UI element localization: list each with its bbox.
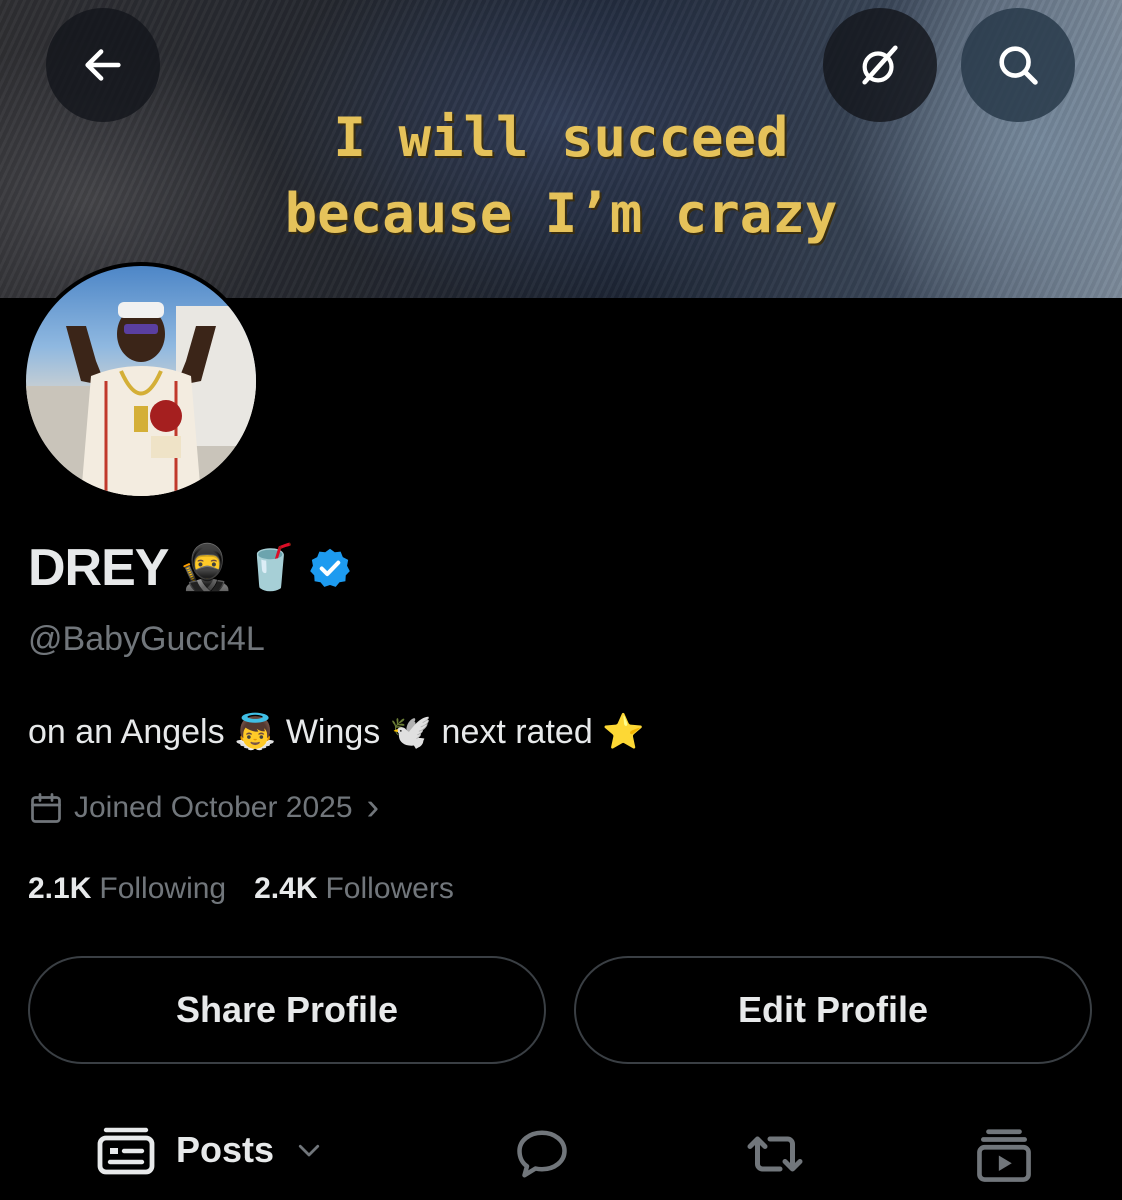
avatar-photo: [26, 266, 256, 496]
tab-media[interactable]: [972, 1124, 1036, 1186]
tab-reposts[interactable]: [740, 1124, 810, 1184]
search-button[interactable]: [961, 8, 1075, 122]
posts-feed-icon: [97, 1127, 155, 1175]
profile-banner[interactable]: I will succeed because I’m crazy: [0, 0, 1122, 298]
tab-posts[interactable]: Posts: [96, 1124, 324, 1176]
grok-button[interactable]: [823, 8, 937, 122]
avatar[interactable]: [22, 262, 260, 500]
profile-name-row: DREY 🥷 🥤: [28, 538, 352, 598]
following-count: 2.1K: [28, 872, 92, 905]
banner-caption-line-1: I will succeed: [333, 106, 789, 169]
followers-stat[interactable]: 2.4K Followers: [254, 872, 454, 906]
media-play-icon: [977, 1129, 1031, 1182]
follow-stats: 2.1K Following 2.4K Followers: [28, 872, 454, 906]
tab-replies[interactable]: [510, 1124, 574, 1184]
calendar-icon: [31, 792, 61, 823]
profile-tab-bar: Posts: [0, 1110, 1122, 1200]
share-profile-button[interactable]: Share Profile: [28, 956, 546, 1064]
banner-caption-line-2: because I’m crazy: [284, 182, 838, 245]
arrow-left-icon: [85, 49, 121, 81]
edit-profile-button[interactable]: Edit Profile: [574, 956, 1092, 1064]
banner-caption: I will succeed because I’m crazy: [0, 100, 1122, 252]
repost-icon: [747, 1136, 803, 1172]
profile-bio: on an Angels 👼 Wings 🕊️ next rated ⭐: [28, 713, 645, 751]
grok-icon: [862, 45, 898, 85]
verified-badge-icon[interactable]: [308, 546, 352, 590]
ninja-emoji: 🥷: [178, 543, 234, 592]
cup-emoji: 🥤: [243, 543, 299, 592]
tab-posts-label: Posts: [176, 1129, 275, 1170]
back-button[interactable]: [46, 8, 160, 122]
chevron-right-icon: ›: [366, 786, 380, 828]
followers-count: 2.4K: [254, 872, 318, 905]
chevron-down-icon: [298, 1144, 320, 1157]
joined-date-label: Joined October 2025: [74, 790, 353, 824]
display-name: DREY: [28, 539, 169, 597]
followers-label: Followers: [325, 872, 454, 905]
profile-handle: @BabyGucci4L: [28, 620, 265, 658]
joined-date-row[interactable]: Joined October 2025 ›: [28, 786, 379, 829]
search-icon: [999, 46, 1038, 85]
following-stat[interactable]: 2.1K Following: [28, 872, 226, 906]
following-label: Following: [99, 872, 227, 905]
reply-bubble-icon: [517, 1130, 567, 1178]
